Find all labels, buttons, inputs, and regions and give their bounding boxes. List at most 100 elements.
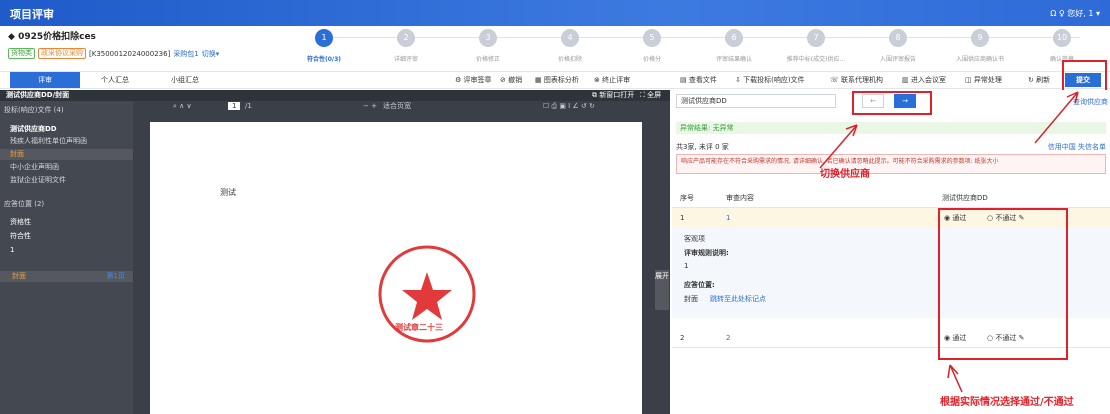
open-new-window[interactable]: ⧉ 新窗口打开 [592,90,634,101]
supplier-switch-highlight [852,91,932,115]
step-num: 2 [397,29,415,47]
col-index: 序号 [680,194,694,202]
terminate-button[interactable]: ⊗ 终止评审 [594,72,630,88]
tree-files[interactable]: 投标(响应)文件 (4) [0,105,133,116]
tree-file-1[interactable]: 残疾人福利性单位声明函 [0,136,133,147]
step-label: 价格修正 [475,56,500,63]
step-label: 评审结果确认 [715,56,752,63]
step-label: 详细评审 [393,56,418,63]
step-3[interactable]: 3 价格修正 [458,29,518,63]
expand-panel-button[interactable]: 展开 [655,270,669,310]
user-menu[interactable]: Ω ♀ 您好, 1 ▾ [1050,8,1100,19]
step-num: 6 [725,29,743,47]
seal-star [402,272,452,320]
tree-file-4[interactable]: 监狱企业证明文件 [0,175,133,186]
step-label: 符合性(0/3) [306,56,342,63]
rule-value: 1 [684,262,689,270]
viewer-title-bar: 测试供应商DD/封面 ⧉ 新窗口打开 ⛶ 全屏 [0,90,670,101]
row-index: 1 [680,214,685,222]
page-input[interactable]: 1 [228,102,241,110]
step-7[interactable]: 7 推荐中标(成交)供应... [786,29,846,63]
meeting-room-label: 进入会议室 [910,76,946,84]
step-5[interactable]: 5 价格分 [622,29,682,63]
viewer-toolbar: ⌕ ∧ ∨ 1 /1 − + 适合页宽 ☐ ⎙ ▣ I ∠ ↺ ↻ [133,101,670,111]
exception-button[interactable]: ◫ 异常处理 [965,72,1002,88]
refresh-button[interactable]: ↻ 刷新 [1028,72,1050,88]
step-8[interactable]: 8 入围评审报告 [868,29,928,63]
project-name: ◆ 0925价格扣除ces [8,32,96,42]
fullscreen-button[interactable]: ⛶ 全屏 [640,90,661,101]
objective-item: 客观项 [684,235,705,243]
step-num: 1 [315,29,333,47]
search-icon[interactable]: ⌕ ∧ ∨ [173,101,192,111]
step-num: 3 [479,29,497,47]
download-button[interactable]: ⇩ 下载投标(响应)文件 [735,72,805,88]
switch-package[interactable]: 切换▾ [202,49,220,59]
tab-review[interactable]: 评审 [10,72,80,88]
step-9[interactable]: 9 入围供应商确认书 [950,29,1010,63]
warning-banner: 响应产品可能存在不符合采购需求的情况, 请详细确认, 若已确认请忽略此提示。可能… [676,154,1106,174]
step-6[interactable]: 6 评审结果确认 [704,29,764,63]
zoom-select[interactable]: 适合页宽 [383,101,411,111]
tab-bar: 评审 个人汇总 小组汇总 ⚙ 评审签章 ⊘ 撤销 ▦ 图表标分析 ⊗ 终止评审 … [0,72,1110,89]
step-label: 价格扣除 [557,56,582,63]
submit-highlight [1062,60,1107,92]
tree-compliance[interactable]: 符合性 [0,231,133,242]
step-1[interactable]: 1 符合性(0/3) [294,29,354,63]
page-text: 测试 [220,188,236,197]
project-code: [K3500012024000236] [89,49,171,58]
open-new-window-label: 新窗口打开 [599,91,635,99]
credit-links[interactable]: 信用中国 失信名单 [1048,142,1106,152]
refresh-label: 刷新 [1036,76,1051,84]
step-10[interactable]: 10 确认签章 [1032,29,1092,63]
revoke-button[interactable]: ⊘ 撤销 [500,72,522,88]
chart-analysis-button[interactable]: ▦ 图表标分析 [535,72,579,88]
query-supplier-link[interactable]: 查询供应商 [1073,97,1108,107]
tab-group-summary[interactable]: 小组汇总 [150,72,220,88]
tag-goods: 货物类 [8,48,35,59]
step-num: 4 [561,29,579,47]
tree-cover-page: 第1页 [106,272,125,280]
step-label: 推荐中标(成交)供应... [786,56,846,63]
seal-bottom-text: 测试章二十三 [395,323,443,332]
meeting-room-button[interactable]: ▥ 进入会议室 [902,72,946,88]
col-content: 审查内容 [726,194,754,202]
sign-button[interactable]: ⚙ 评审签章 [455,72,492,88]
app-title: 项目评审 [10,8,54,21]
tree-item-1[interactable]: 1 [0,245,133,256]
step-2[interactable]: 2 详细评审 [376,29,436,63]
zoom-out-in-icons[interactable]: − + [363,101,377,111]
tree-supplier[interactable]: 测试供应商DD [0,124,133,135]
abnormal-result: 异常结果: 无异常 [676,122,1106,134]
tree-file-2[interactable]: 封面 [0,149,133,160]
revoke-label: 撤销 [508,76,523,84]
row-content: 2 [726,334,731,342]
tree-cover[interactable]: 封面 第1页 [0,271,133,282]
step-num: 10 [1053,29,1071,47]
jump-link[interactable]: 跳转至此处标记点 [710,294,766,304]
supplier-search-input[interactable]: 测试供应商DD [676,94,836,108]
supplier-count: 共3家, 未评 0 家 [676,143,729,151]
tab-personal-summary[interactable]: 个人汇总 [80,72,150,88]
tree-qualification[interactable]: 资格性 [0,217,133,228]
answer-position: 应答位置: [684,281,715,289]
tag-method: 政采协议采购 [38,48,86,59]
fullscreen-label: 全屏 [647,91,662,99]
project-header: ◆ 0925价格扣除ces 货物类 政采协议采购 [K3500012024000… [0,26,1110,72]
step-4[interactable]: 4 价格扣除 [540,29,600,63]
tree-file-3[interactable]: 中小企业声明函 [0,162,133,173]
step-num: 9 [971,29,989,47]
col-supplier: 测试供应商DD [942,194,988,202]
viewer-tools-icons[interactable]: ☐ ⎙ ▣ I ∠ ↺ ↻ [543,101,595,111]
step-label: 价格分 [642,56,661,63]
row-index: 2 [680,334,685,342]
viewer-title: 测试供应商DD/封面 [6,91,70,99]
contact-agency-button[interactable]: ☏ 联系代理机构 [830,72,883,88]
step-num: 7 [807,29,825,47]
sign-label: 评审签章 [463,76,492,84]
top-bar: 项目评审 Ω ♀ 您好, 1 ▾ [0,0,1110,26]
exception-label: 异常处理 [973,76,1002,84]
tree-cover-label: 封面 [12,272,26,280]
view-file-button[interactable]: ▤ 查看文件 [680,72,717,88]
tree-answer-positions[interactable]: 应答位置 (2) [0,199,133,210]
